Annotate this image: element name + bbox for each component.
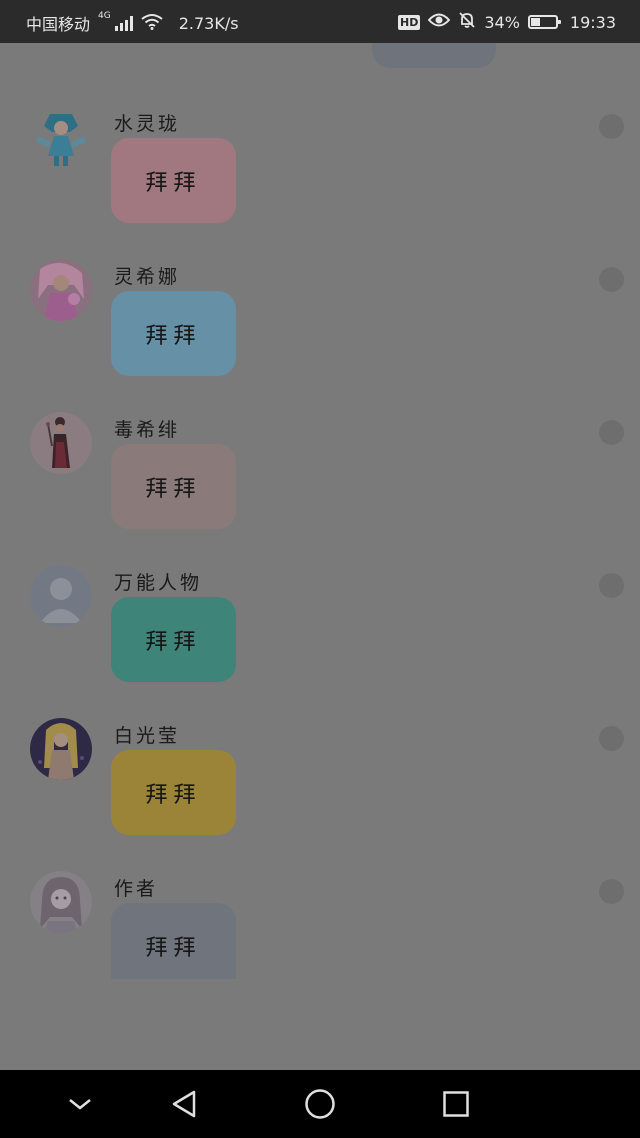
home-button[interactable]: [300, 1084, 340, 1124]
message-bubble[interactable]: 拜拜: [111, 597, 236, 682]
message-text: 拜拜: [145, 170, 202, 196]
avatar[interactable]: [30, 565, 92, 627]
message-bubble[interactable]: 拜拜: [111, 138, 236, 223]
status-dot: [599, 420, 624, 445]
battery-percent-label: 34%: [484, 12, 520, 32]
status-dot: [599, 573, 624, 598]
back-button[interactable]: [164, 1084, 204, 1124]
wifi-icon: [141, 13, 163, 34]
message-text: 拜拜: [145, 782, 202, 808]
back-triangle-icon: [172, 1090, 196, 1118]
clock-time: 19:33: [569, 12, 616, 32]
message-row: 万能人物 拜拜: [0, 565, 640, 718]
status-dot: [599, 267, 624, 292]
carrier-label: 中国移动: [26, 15, 91, 34]
message-text: 拜拜: [145, 936, 202, 961]
sender-name: 万能人物: [114, 572, 203, 594]
signal-icon: [114, 15, 133, 31]
system-nav-bar: [0, 1070, 640, 1138]
status-dot: [599, 879, 624, 904]
message-bubble[interactable]: 拜拜: [111, 444, 236, 529]
sender-name: 白光莹: [114, 725, 181, 747]
bell-off-icon: [458, 11, 476, 33]
status-dot: [599, 114, 624, 139]
hd-badge: HD: [397, 14, 421, 30]
message-bubble[interactable]: 拜拜: [111, 750, 236, 835]
sender-name: 灵希娜: [114, 266, 181, 288]
avatar[interactable]: [30, 259, 92, 321]
message-text: 拜拜: [145, 476, 202, 502]
hide-keyboard-button[interactable]: [60, 1084, 100, 1124]
message-row: 毒希绯 拜拜: [0, 412, 640, 565]
avatar[interactable]: [30, 106, 92, 168]
avatar[interactable]: [30, 871, 92, 933]
message-bubble[interactable]: 拜拜: [111, 291, 236, 376]
battery-level-fill: [530, 18, 540, 26]
message-row: 灵希娜 拜拜: [0, 259, 640, 412]
message-row: 作者 拜拜: [0, 871, 640, 1024]
sender-name: 作者: [114, 878, 159, 900]
avatar[interactable]: [30, 718, 92, 780]
status-dot: [599, 726, 624, 751]
message-row: 水灵珑 拜拜: [0, 106, 640, 259]
chevron-down-icon: [69, 1099, 91, 1110]
eye-icon: [427, 12, 451, 32]
partial-message-bubble: [372, 43, 496, 68]
message-row: 白光莹 拜拜: [0, 718, 640, 871]
network-speed-label: 2.73K/s: [178, 13, 239, 33]
message-text: 拜拜: [145, 629, 202, 655]
chat-message-list[interactable]: 水灵珑 拜拜 灵希娜 拜拜 毒希绯 拜拜 万能人物 拜拜 白光莹 拜拜 作者 拜…: [0, 43, 640, 1070]
sender-name: 毒希绯: [114, 419, 181, 441]
sender-name: 水灵珑: [114, 113, 181, 135]
home-circle-icon: [305, 1089, 335, 1119]
battery-icon: [527, 15, 561, 29]
status-bar: 中国移动 4G 2.73K/s HD 34% 19:33: [0, 0, 640, 43]
message-text: 拜拜: [145, 323, 202, 349]
network-gen-label: 4G: [98, 11, 111, 21]
recents-button[interactable]: [436, 1084, 476, 1124]
message-bubble[interactable]: 拜拜: [111, 903, 236, 979]
avatar[interactable]: [30, 412, 92, 474]
recents-square-icon: [443, 1091, 469, 1117]
